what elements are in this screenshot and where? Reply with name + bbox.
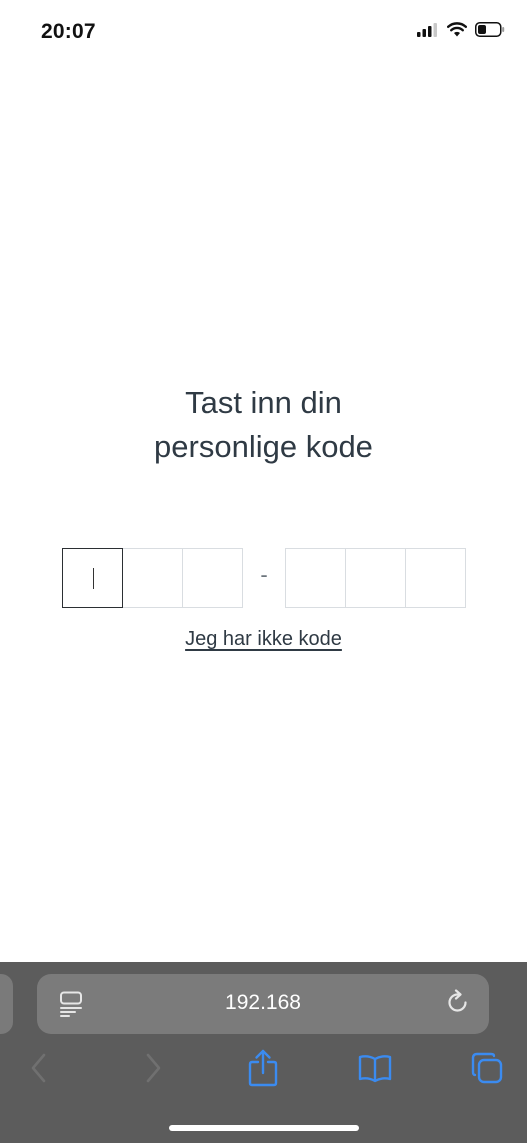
code-digit-4[interactable] — [285, 548, 346, 608]
wifi-icon — [447, 22, 467, 42]
previous-tab-preview[interactable] — [0, 974, 13, 1034]
code-group-first — [62, 548, 243, 608]
share-button[interactable] — [243, 1049, 283, 1092]
reload-icon[interactable] — [445, 989, 471, 1022]
cellular-signal-icon — [417, 22, 439, 42]
page-title: Tast inn din personlige kode — [0, 381, 527, 469]
address-bar[interactable]: 192.168 — [37, 974, 489, 1034]
title-line-1: Tast inn din — [185, 385, 342, 420]
tabs-button[interactable] — [467, 1050, 507, 1090]
code-digit-1[interactable] — [62, 548, 123, 608]
forward-icon — [143, 1053, 163, 1088]
status-bar: 20:07 — [0, 0, 527, 64]
bookmarks-icon — [357, 1053, 393, 1088]
code-digit-6[interactable] — [405, 548, 466, 608]
back-icon — [29, 1053, 49, 1088]
code-digit-5[interactable] — [345, 548, 406, 608]
code-digit-3[interactable] — [182, 548, 243, 608]
status-time: 20:07 — [41, 20, 96, 43]
code-digit-2[interactable] — [122, 548, 183, 608]
no-code-link[interactable]: Jeg har ikke kode — [0, 628, 527, 651]
address-text: 192.168 — [225, 991, 301, 1014]
share-icon — [247, 1049, 279, 1092]
code-separator: - — [260, 562, 268, 587]
battery-icon — [475, 22, 505, 42]
text-caret — [93, 568, 94, 589]
status-icons — [417, 22, 505, 42]
forward-button[interactable] — [133, 1050, 173, 1090]
tabs-icon — [470, 1051, 504, 1090]
back-button[interactable] — [19, 1050, 59, 1090]
code-group-second — [285, 548, 466, 608]
title-line-2: personlige kode — [154, 429, 373, 464]
bookmarks-button[interactable] — [355, 1050, 395, 1090]
home-indicator[interactable] — [169, 1125, 359, 1131]
